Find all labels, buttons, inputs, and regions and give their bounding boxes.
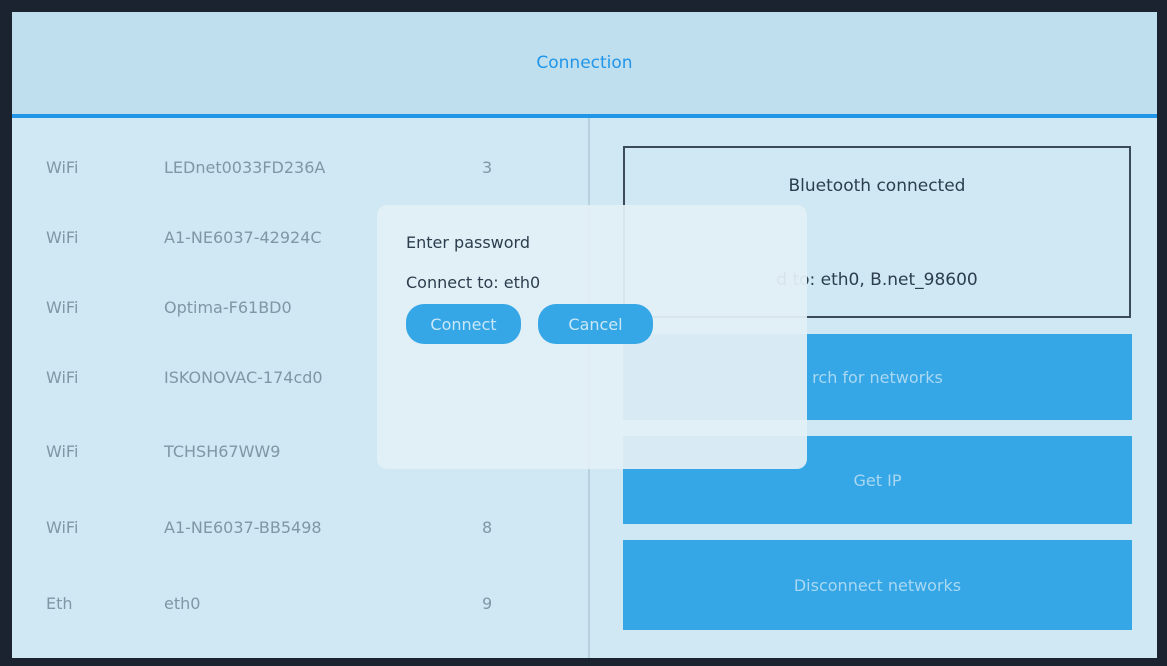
network-signal: 9 [482,594,493,613]
network-ssid: eth0 [164,594,201,613]
password-dialog: Enter password Connect to: eth0 Connect … [377,205,807,469]
network-row[interactable]: Eth eth0 9 [12,570,588,640]
network-ssid: LEDnet0033FD236A [164,158,326,177]
network-ssid: A1-NE6037-BB5498 [164,518,322,537]
network-ssid: Optima-F61BD0 [164,298,292,317]
dialog-subtitle: Connect to: eth0 [406,273,541,292]
network-ssid: ISKONOVAC-174cd0 [164,368,323,387]
network-row[interactable]: WiFi A1-NE6037-BB5498 8 [12,494,588,564]
connect-button[interactable]: Connect [406,304,521,344]
disconnect-networks-button[interactable]: Disconnect networks [623,540,1132,630]
network-type: Eth [46,594,73,613]
connection-screen: Connection WiFi LEDnet0033FD236A 3 WiFi … [12,12,1157,658]
network-type: WiFi [46,298,79,317]
network-type: WiFi [46,442,79,461]
cancel-button[interactable]: Cancel [538,304,653,344]
dialog-title: Enter password [406,233,530,252]
network-row[interactable]: WiFi LEDnet0033FD236A 3 [12,134,588,204]
network-type: WiFi [46,518,79,537]
network-type: WiFi [46,158,79,177]
network-signal: 8 [482,518,493,537]
bluetooth-status: Bluetooth connected [788,176,966,196]
network-signal: 3 [482,158,493,177]
network-type: WiFi [46,228,79,247]
network-type: WiFi [46,368,79,387]
header-bar: Connection [12,12,1157,118]
network-ssid: TCHSH67WW9 [164,442,281,461]
page-title: Connection [536,53,633,73]
network-ssid: A1-NE6037-42924C [164,228,322,247]
